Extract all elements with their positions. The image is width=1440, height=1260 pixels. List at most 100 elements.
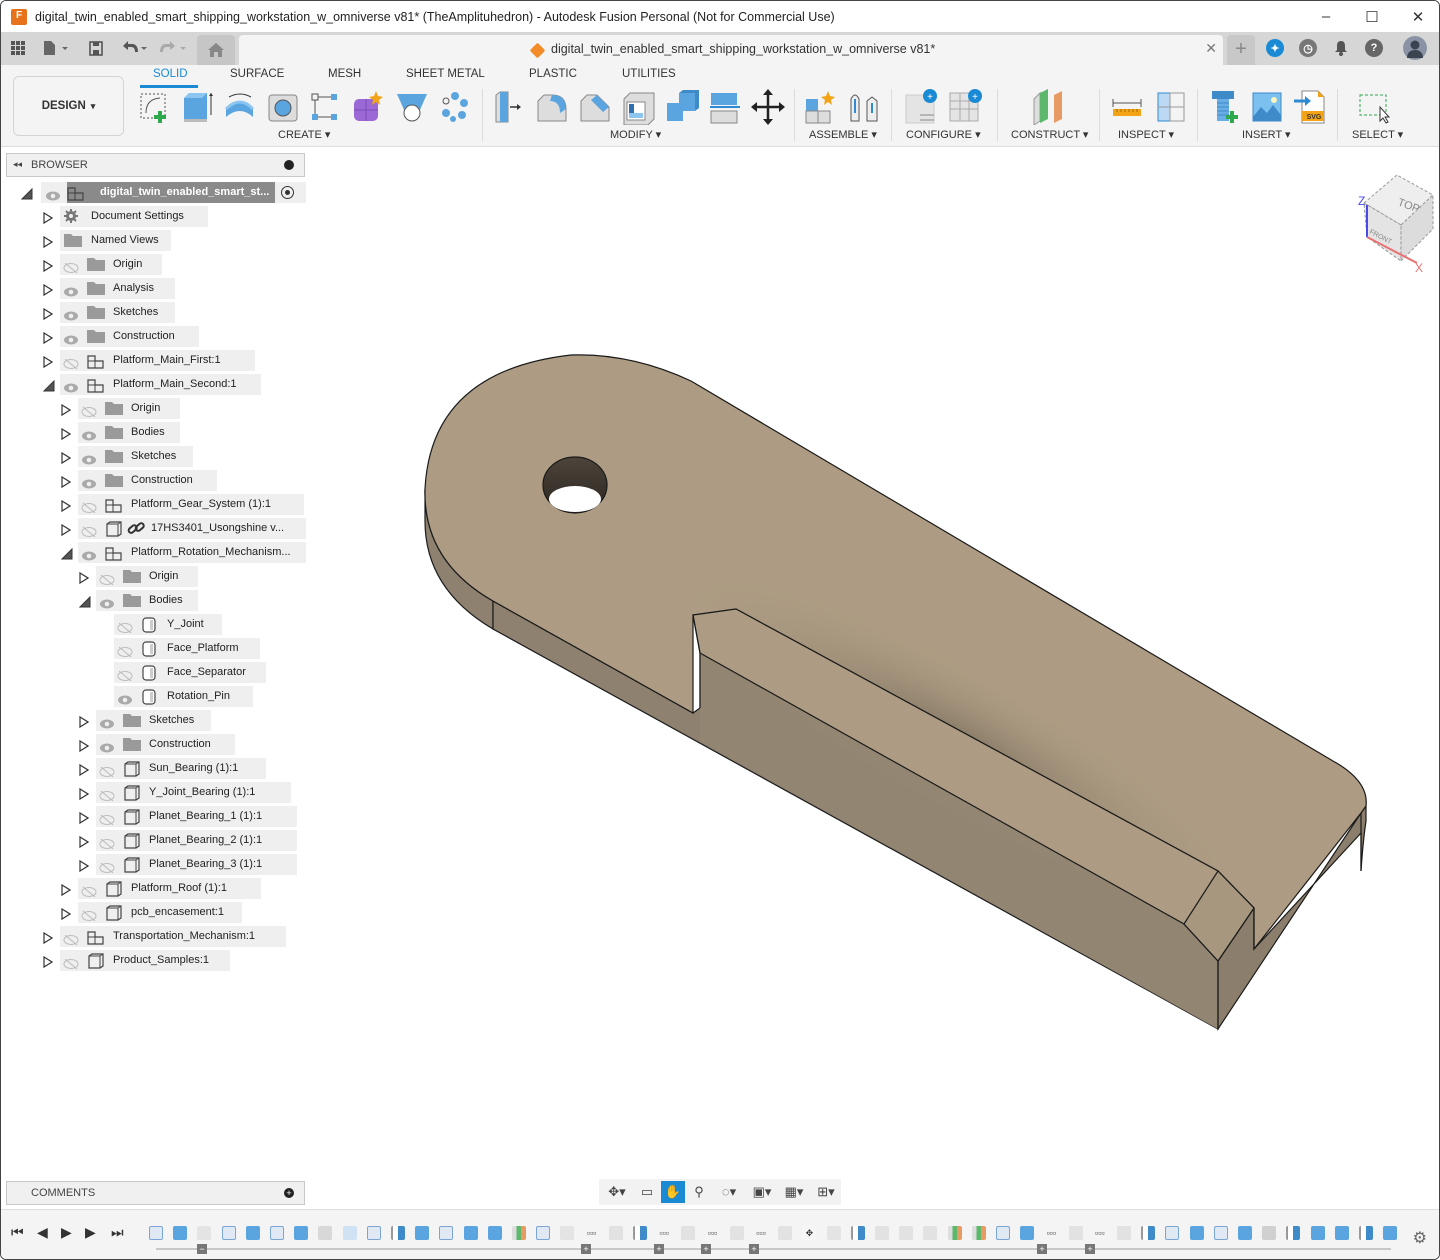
- undo-icon[interactable]: [119, 38, 149, 58]
- timeline-feature-sketch[interactable]: [270, 1226, 284, 1240]
- timeline-feature-move[interactable]: ✥: [802, 1226, 817, 1240]
- new-component-button[interactable]: [804, 89, 838, 125]
- browser-item[interactable]: Construction: [1, 470, 306, 492]
- timeline-feature-extrude[interactable]: [1334, 1226, 1349, 1240]
- expand-arrow-icon[interactable]: [61, 403, 72, 417]
- timeline-feature-component[interactable]: [875, 1226, 889, 1240]
- close-tab-icon[interactable]: ✕: [1205, 40, 1217, 57]
- maximize-button[interactable]: ☐: [1349, 1, 1395, 32]
- hidden-eye-icon[interactable]: [81, 908, 97, 922]
- hidden-eye-icon[interactable]: [117, 620, 133, 634]
- timeline-feature-plane[interactable]: [1359, 1226, 1373, 1240]
- insert-svg-button[interactable]: SVG: [1294, 89, 1328, 125]
- select-group-label[interactable]: SELECT ▾: [1352, 128, 1403, 141]
- timeline-feature-form[interactable]: [197, 1226, 212, 1240]
- browser-item[interactable]: Product_Samples:1: [1, 950, 306, 972]
- visibility-eye-icon[interactable]: [63, 332, 79, 345]
- combine-button[interactable]: [665, 89, 699, 125]
- timeline-feature-sketch[interactable]: [996, 1226, 1010, 1240]
- timeline-feature-form[interactable]: [826, 1226, 841, 1240]
- expand-arrow-icon[interactable]: [43, 955, 54, 969]
- collapse-arrow-icon[interactable]: [42, 379, 55, 392]
- expand-arrow-icon[interactable]: [61, 451, 72, 465]
- expand-arrow-icon[interactable]: [61, 523, 72, 537]
- timeline-feature-form[interactable]: [560, 1226, 575, 1240]
- browser-item[interactable]: Platform_Main_First:1: [1, 350, 306, 372]
- app-grid-icon[interactable]: [7, 38, 29, 58]
- configuration-table-button[interactable]: +: [948, 89, 982, 125]
- timeline-feature-component[interactable]: [681, 1226, 696, 1240]
- timeline-feature-group[interactable]: ▫▫▫: [1093, 1226, 1107, 1240]
- expand-arrow-icon[interactable]: [79, 787, 90, 801]
- revolve-button[interactable]: [223, 89, 257, 125]
- browser-item[interactable]: Sketches: [1, 446, 306, 468]
- timeline-feature-sketch[interactable]: [1213, 1226, 1228, 1240]
- insert-mcmaster-button[interactable]: [1210, 89, 1244, 125]
- timeline-feature-group[interactable]: ▫▫▫: [657, 1226, 671, 1240]
- timeline-feature-plane[interactable]: [1286, 1226, 1301, 1240]
- collapse-arrow-icon[interactable]: [60, 547, 73, 560]
- move-copy-button[interactable]: [751, 89, 785, 125]
- browser-item[interactable]: Origin: [1, 566, 306, 588]
- minimize-panel-icon[interactable]: [284, 160, 294, 170]
- expand-arrow-icon[interactable]: [79, 835, 90, 849]
- visibility-eye-icon[interactable]: [45, 188, 61, 201]
- expand-arrow-icon[interactable]: [79, 739, 90, 753]
- timeline-feature-plane[interactable]: [850, 1226, 865, 1240]
- visibility-eye-icon[interactable]: [117, 692, 133, 705]
- timeline-feature-plane[interactable]: [391, 1226, 405, 1240]
- expand-arrow-icon[interactable]: [43, 211, 54, 225]
- timeline-feature-extrude[interactable]: [1383, 1226, 1398, 1240]
- play-icon[interactable]: ▶: [61, 1224, 72, 1241]
- timeline-feature-construct[interactable]: [947, 1226, 962, 1240]
- browser-item[interactable]: Y_Joint_Bearing (1):1: [1, 782, 306, 804]
- hole-button[interactable]: [267, 89, 301, 125]
- chamfer-button[interactable]: [579, 89, 613, 125]
- browser-item[interactable]: 17HS3401_Usongshine v...: [1, 518, 306, 540]
- tab-solid[interactable]: SOLID: [153, 68, 188, 80]
- add-comment-icon[interactable]: +: [284, 1188, 294, 1198]
- browser-item[interactable]: Origin: [1, 398, 306, 420]
- expand-arrow-icon[interactable]: [43, 355, 54, 369]
- timeline-group-expand[interactable]: +: [654, 1244, 664, 1254]
- expand-arrow-icon[interactable]: [43, 331, 54, 345]
- inspect-group-label[interactable]: INSPECT ▾: [1118, 128, 1174, 141]
- configure-group-label[interactable]: CONFIGURE ▾: [906, 128, 981, 141]
- timeline-feature-fillet[interactable]: [318, 1226, 333, 1240]
- viewports-icon[interactable]: ⊞▾: [811, 1181, 841, 1203]
- model-canvas[interactable]: [307, 147, 1440, 1207]
- insert-group-label[interactable]: INSERT ▾: [1242, 128, 1291, 141]
- help-icon[interactable]: ?: [1365, 39, 1383, 57]
- hidden-eye-icon[interactable]: [63, 260, 79, 274]
- browser-item[interactable]: Platform_Main_Second:1: [1, 374, 306, 396]
- timeline-feature-sketch[interactable]: [1165, 1226, 1180, 1240]
- save-icon[interactable]: [85, 38, 107, 58]
- timeline-feature-sketch[interactable]: [149, 1226, 163, 1240]
- browser-item[interactable]: digital_twin_enabled_smart_st...: [1, 182, 306, 204]
- visibility-eye-icon[interactable]: [99, 740, 115, 753]
- expand-arrow-icon[interactable]: [61, 883, 72, 897]
- shell-button[interactable]: [622, 89, 656, 126]
- browser-item[interactable]: Origin: [1, 254, 306, 276]
- fillet-button[interactable]: [536, 89, 570, 125]
- visibility-eye-icon[interactable]: [63, 284, 79, 297]
- browser-item[interactable]: Platform_Rotation_Mechanism...: [1, 542, 306, 564]
- assemble-group-label[interactable]: ASSEMBLE ▾: [809, 128, 877, 141]
- hidden-eye-icon[interactable]: [99, 836, 115, 850]
- step-forward-icon[interactable]: ▶: [85, 1224, 96, 1241]
- timeline-feature-construct[interactable]: [971, 1226, 986, 1240]
- browser-item[interactable]: Face_Separator: [1, 662, 306, 684]
- timeline-feature-component[interactable]: [899, 1226, 914, 1240]
- timeline-feature-joint[interactable]: [1020, 1226, 1035, 1240]
- browser-item[interactable]: Sketches: [1, 710, 306, 732]
- visibility-eye-icon[interactable]: [81, 476, 97, 489]
- new-sketch-button[interactable]: [138, 89, 172, 125]
- loft-button[interactable]: [395, 89, 429, 125]
- section-analysis-button[interactable]: [1154, 89, 1188, 125]
- timeline-feature-extrude[interactable]: [294, 1226, 309, 1240]
- timeline-feature-extrude[interactable]: [1310, 1226, 1325, 1240]
- grid-settings-icon[interactable]: ▦▾: [779, 1181, 809, 1203]
- browser-item[interactable]: Planet_Bearing_3 (1):1: [1, 854, 306, 876]
- visibility-eye-icon[interactable]: [99, 716, 115, 729]
- expand-arrow-icon[interactable]: [43, 283, 54, 297]
